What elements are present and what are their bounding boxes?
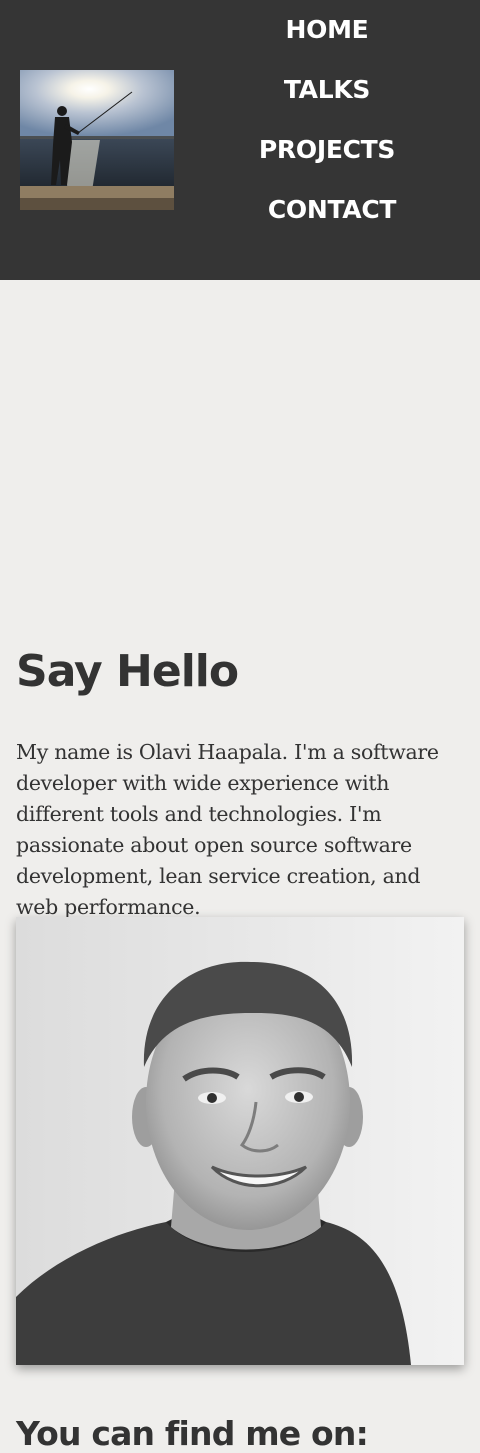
site-header: HOME TALKS PROJECTS CONTACT — [0, 0, 480, 280]
logo-fisherman-photo[interactable] — [20, 70, 174, 210]
nav-projects-link[interactable]: PROJECTS — [194, 101, 460, 164]
nav-home-link[interactable]: HOME — [194, 0, 460, 44]
portrait-photo — [16, 917, 464, 1365]
find-me-heading: You can find me on: — [16, 1414, 369, 1453]
page-title: Say Hello — [16, 646, 239, 697]
main-nav: HOME TALKS PROJECTS CONTACT — [194, 0, 460, 224]
portrait-image — [16, 917, 464, 1365]
nav-contact-link[interactable]: CONTACT — [194, 161, 460, 224]
intro-paragraph: My name is Olavi Haapala. I'm a software… — [16, 740, 439, 919]
fisherman-image — [20, 70, 174, 210]
nav-talks-link[interactable]: TALKS — [194, 41, 460, 104]
